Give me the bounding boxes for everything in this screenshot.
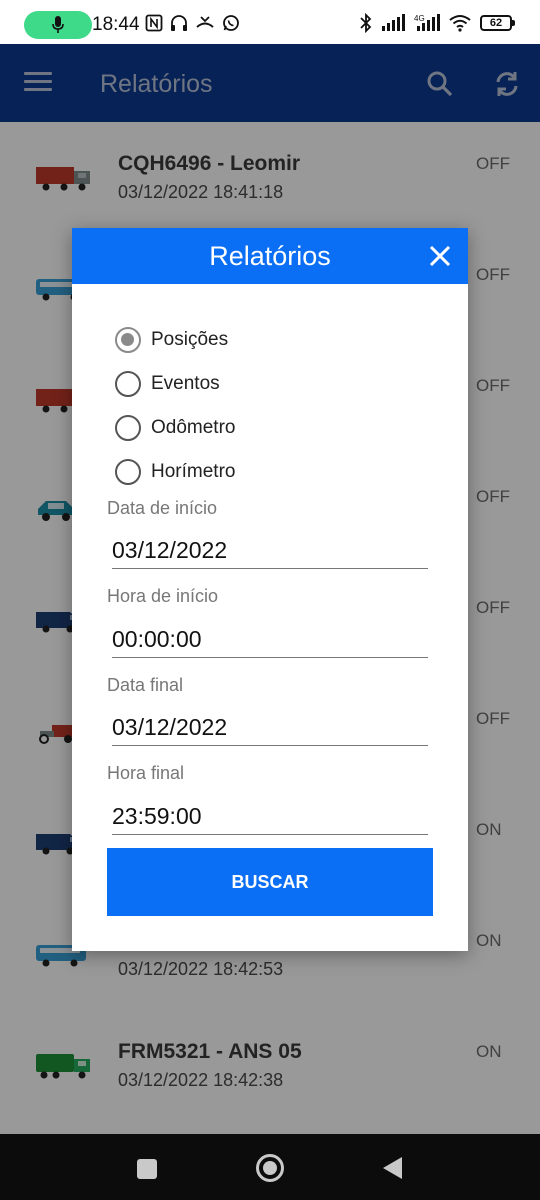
nfc-icon	[145, 14, 163, 32]
radio-button[interactable]	[115, 415, 141, 441]
radio-label: Posições	[151, 329, 229, 350]
clock: 18:44	[92, 14, 140, 35]
search-button[interactable]: BUSCAR	[107, 848, 433, 916]
mic-icon	[52, 16, 64, 33]
radio-label: Odômetro	[151, 417, 236, 438]
home-icon[interactable]	[256, 1154, 284, 1182]
battery-icon: 62	[480, 15, 515, 31]
whatsapp-icon	[223, 15, 239, 31]
wifi-icon	[449, 15, 471, 32]
mic-indicator[interactable]	[24, 11, 92, 39]
svg-text:4G: 4G	[414, 14, 425, 23]
end-time-label: Hora final	[107, 763, 185, 783]
radio-option-horimetro[interactable]: Horímetro	[115, 455, 235, 489]
end-date-field[interactable]: 03/12/2022	[112, 714, 428, 746]
start-date-label: Data de início	[107, 498, 218, 518]
headset-icon	[171, 15, 187, 31]
bluetooth-icon	[360, 13, 372, 33]
dialog-header: Relatórios	[72, 228, 468, 284]
end-date-label: Data final	[107, 675, 184, 695]
4g-signal-icon: 4G	[414, 14, 440, 31]
radio-option-posicoes[interactable]: Posições	[115, 323, 228, 357]
radio-option-odometro[interactable]: Odômetro	[115, 411, 235, 445]
recents-icon[interactable]	[137, 1159, 157, 1179]
reports-dialog: Relatórios Posições Eventos Odômetro Hor…	[72, 228, 468, 951]
radio-button[interactable]	[115, 327, 141, 353]
end-time-field[interactable]: 23:59:00	[112, 803, 428, 835]
dialog-title: Relatórios	[209, 241, 331, 271]
status-bar: 18:44 4G 62	[0, 0, 540, 44]
radio-label: Eventos	[151, 373, 220, 394]
close-icon[interactable]	[424, 240, 456, 272]
missed-call-icon	[196, 16, 214, 28]
start-time-label: Hora de início	[107, 586, 219, 606]
radio-label: Horímetro	[151, 461, 236, 482]
system-nav-bar	[0, 1134, 540, 1200]
scrim-top	[0, 44, 540, 122]
radio-button[interactable]	[115, 459, 141, 485]
back-icon[interactable]	[383, 1157, 402, 1179]
start-date-field[interactable]: 03/12/2022	[112, 537, 428, 569]
radio-button[interactable]	[115, 371, 141, 397]
start-time-field[interactable]: 00:00:00	[112, 626, 428, 658]
signal-icon	[382, 14, 405, 31]
radio-option-eventos[interactable]: Eventos	[115, 367, 220, 401]
